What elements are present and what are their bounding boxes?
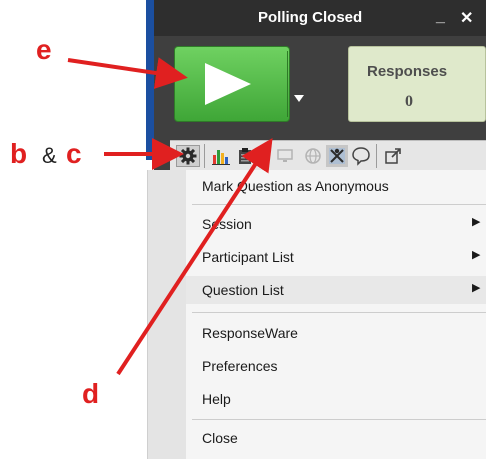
arrow-e <box>67 57 188 89</box>
callout-arrows <box>67 57 273 376</box>
arrow-d <box>116 137 273 376</box>
